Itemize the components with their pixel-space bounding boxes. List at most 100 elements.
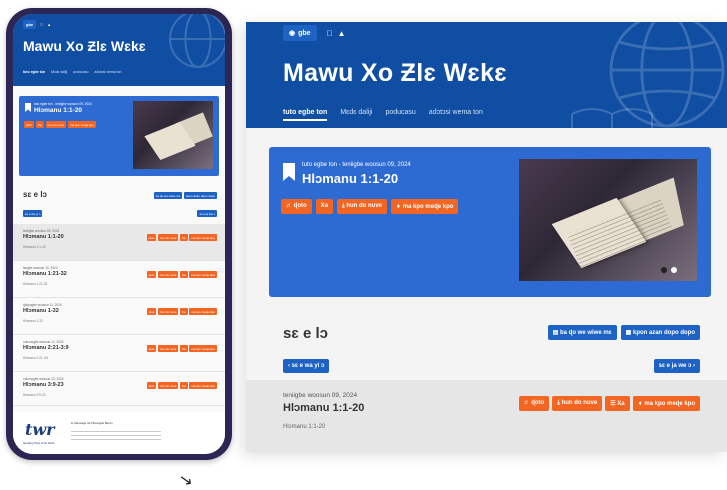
mobile-hero-title[interactable]: Hlɔmanu 1:1-20: [34, 107, 82, 114]
mobile-nav-podcast[interactable]: poducasu: [73, 70, 88, 74]
nav-item-contact[interactable]: adɔtɔsi wema ton: [429, 109, 483, 121]
section-actions: ▤ ba ɖo we wiwe mɛ ▦ kpon azan dopo dopo: [547, 325, 700, 340]
share-button[interactable]: ma kpo meɖe kpo: [68, 121, 96, 128]
hero-title[interactable]: Hlɔmanu 1:1-20: [302, 171, 398, 186]
row-actions: ɖoto hun do nuve Xa ma kpo meɖe kpo: [146, 345, 217, 352]
row-listen-button[interactable]: ɖoto: [146, 234, 157, 241]
main-nav: tuto egbe ton Mɛdɛ daliji poducasu adɔtɔ…: [283, 109, 483, 121]
bible-button[interactable]: ▤ ba ɖo we wiwe mɛ: [547, 325, 617, 340]
row-read-button[interactable]: Xa: [179, 382, 188, 389]
row-date: ɖokpɔgbe woosun 11, 2024: [23, 303, 62, 307]
nav-item-podcast[interactable]: poducasu: [385, 109, 415, 121]
row-share-button[interactable]: ma kpo meɖe kpo: [189, 382, 217, 389]
bible-button[interactable]: ba ɖo we wiwe mɛ: [153, 192, 183, 199]
mobile-footer: twr Speaking Hope to the World le Messag…: [13, 412, 225, 454]
prev-button[interactable]: ‹ sɛ e wa yi ɔ: [283, 359, 330, 373]
screenshot-stage: ◉ gbe  ▲ Mawu Xo Ƶlɛ Wɛkɛ tuto egbe ton…: [0, 0, 727, 490]
carousel-dots: [661, 267, 677, 273]
phone-mockup: gbe  ▲ Mawu Xo Ƶlɛ Wɛkɛ tuto egbe ton M…: [6, 8, 232, 460]
language-button[interactable]: ◉ gbe: [283, 25, 317, 41]
row-share-button[interactable]: ma kpo meɖe kpo: [189, 308, 217, 315]
row-read-button[interactable]: ☰ Xa: [605, 396, 630, 411]
list-item[interactable]: tɛngbe woosun 10, 2024 Hlɔmanu 1:21-32 H…: [13, 261, 225, 298]
calendar-button[interactable]: kpon azan dopo dopo: [184, 192, 217, 199]
row-listen-button[interactable]: ɖoto: [146, 308, 157, 315]
footer-org: le Message de l'Évangile Bénin: [71, 421, 113, 425]
row-date: teniigbe woosun 09, 2024: [23, 229, 60, 233]
calendar-button[interactable]: ▦ kpon azan dopo dopo: [620, 325, 700, 340]
mobile-language-button[interactable]: gbe: [23, 20, 37, 29]
row-subtitle: Hlɔmanu 1:21-32: [23, 282, 48, 286]
row-share-button[interactable]: ma kpo meɖe kpo: [189, 345, 217, 352]
row-listen-button[interactable]: ɖoto: [146, 271, 157, 278]
row-read-button[interactable]: Xa: [179, 234, 188, 241]
read-button[interactable]: Xa: [35, 121, 44, 128]
row-title[interactable]: Hlɔmanu 1-32: [23, 308, 59, 314]
row-share-button[interactable]: ➧ ma kpo meɖe kpo: [632, 396, 700, 411]
row-download-button[interactable]: hun do nuve: [157, 234, 179, 241]
mobile-site-title[interactable]: Mawu Xo Ƶlɛ Wɛkɛ: [23, 38, 146, 54]
table-row[interactable]: teniigbe woosun 09, 2024 Hlɔmanu 1:1-20 …: [246, 380, 727, 452]
carousel-dot[interactable]: [661, 267, 667, 273]
row-listen-button[interactable]: ♬ ɖoto: [518, 396, 550, 411]
row-listen-button[interactable]: ɖoto: [146, 382, 157, 389]
row-share-button[interactable]: ma kpo meɖe kpo: [189, 271, 217, 278]
row-read-button[interactable]: Xa: [179, 345, 188, 352]
row-download-button[interactable]: hun do nuve: [157, 308, 179, 315]
row-download-button[interactable]: hun do nuve: [157, 382, 179, 389]
hero-bible-photo: [519, 159, 697, 281]
hero-meta: tuto egbe ton - teniigbe woosun 09, 2024: [302, 162, 411, 168]
row-title[interactable]: Hlɔmanu 1:1-20: [283, 402, 364, 414]
next-button[interactable]: sɛ e ja we ɔ ›: [653, 359, 700, 373]
download-button[interactable]: ⤓ hun do nuve: [337, 199, 388, 214]
share-button[interactable]: ➧ ma kpo meɖe kpo: [391, 199, 459, 214]
row-download-button[interactable]: hun do nuve: [157, 271, 179, 278]
row-listen-button[interactable]: ɖoto: [146, 345, 157, 352]
nav-item-reading[interactable]: tuto egbe ton: [283, 109, 328, 121]
download-button[interactable]: hun do nuve: [45, 121, 67, 128]
row-title[interactable]: Hlɔmanu 1:21-32: [23, 271, 67, 277]
row-title[interactable]: Hlɔmanu 3:9-23: [23, 382, 64, 388]
mobile-prev-button[interactable]: sɛ e wa yi ɔ: [23, 210, 43, 217]
carousel-dot-active[interactable]: [671, 267, 677, 273]
apple-icon[interactable]: : [40, 22, 43, 27]
list-item[interactable]: nukɔnɔgbe woosun 12, 2024 Hlɔmanu 2:21-3…: [13, 335, 225, 372]
apple-icon[interactable]: : [327, 29, 333, 38]
nav-item-medeh[interactable]: Mɛdɛ daliji: [340, 109, 372, 121]
list-item[interactable]: teniigbe woosun 09, 2024 Hlɔmanu 1:1-20 …: [13, 224, 225, 261]
row-actions: ♬ ɖoto ⤓ hun do nuve ☰ Xa ➧ ma kpo meɖe …: [518, 396, 700, 411]
mobile-nav-medeh[interactable]: Mɛdɛ daliji: [51, 70, 67, 74]
top-bar: ◉ gbe  ▲: [283, 22, 345, 44]
row-read-button[interactable]: Xa: [179, 271, 188, 278]
row-subtitle: Hlɔmanu 2:21-3:9: [23, 356, 49, 360]
row-date: nukɔnɔgbe woosun 13, 2024: [23, 377, 64, 381]
listen-button[interactable]: ♬ ɖoto: [281, 199, 312, 214]
row-subtitle: Hlɔmanu 3:9-23: [23, 393, 46, 397]
listen-button[interactable]: ɖoto: [24, 121, 34, 128]
list-item[interactable]: ɖokpɔgbe woosun 11, 2024 Hlɔmanu 1-32 Hl…: [13, 298, 225, 335]
row-date: teniigbe woosun 09, 2024: [283, 392, 358, 399]
mobile-nav-reading[interactable]: tuto egbe ton: [23, 70, 45, 74]
twr-logo: twr: [25, 420, 55, 439]
row-subtitle: Hlɔmanu 1:1-20: [283, 424, 326, 430]
site-title[interactable]: Mawu Xo Ƶlɛ Wɛkɛ: [283, 59, 507, 88]
android-icon[interactable]: ▲: [47, 22, 51, 27]
row-download-button[interactable]: ⤓ hun do nuve: [552, 396, 603, 411]
row-actions: ɖoto hun do nuve Xa ma kpo meɖe kpo: [146, 382, 217, 389]
row-title[interactable]: Hlɔmanu 1:1-20: [23, 234, 64, 240]
mobile-hero-photo: [133, 101, 213, 169]
row-title[interactable]: Hlɔmanu 2:21-3:9: [23, 345, 69, 351]
android-icon[interactable]: ▲: [338, 29, 346, 38]
mobile-section-actions: ba ɖo we wiwe mɛ kpon azan dopo dopo: [153, 192, 217, 199]
mobile-section-title: sɛ e lɔ: [23, 190, 47, 199]
mobile-nav-contact[interactable]: adɔtɔsi wema ton: [94, 70, 121, 74]
row-read-button[interactable]: Xa: [179, 308, 188, 315]
mobile-next-button[interactable]: sɛ e ja we ɔ: [197, 210, 217, 217]
bookmark-icon: [283, 163, 295, 181]
row-date: tɛngbe woosun 10, 2024: [23, 266, 58, 270]
row-download-button[interactable]: hun do nuve: [157, 345, 179, 352]
row-share-button[interactable]: ma kpo meɖe kpo: [189, 234, 217, 241]
list-item[interactable]: nukɔnɔgbe woosun 13, 2024 Hlɔmanu 3:9-23…: [13, 372, 225, 406]
read-button[interactable]: Xa: [315, 199, 334, 214]
language-label: gbe: [298, 29, 311, 37]
